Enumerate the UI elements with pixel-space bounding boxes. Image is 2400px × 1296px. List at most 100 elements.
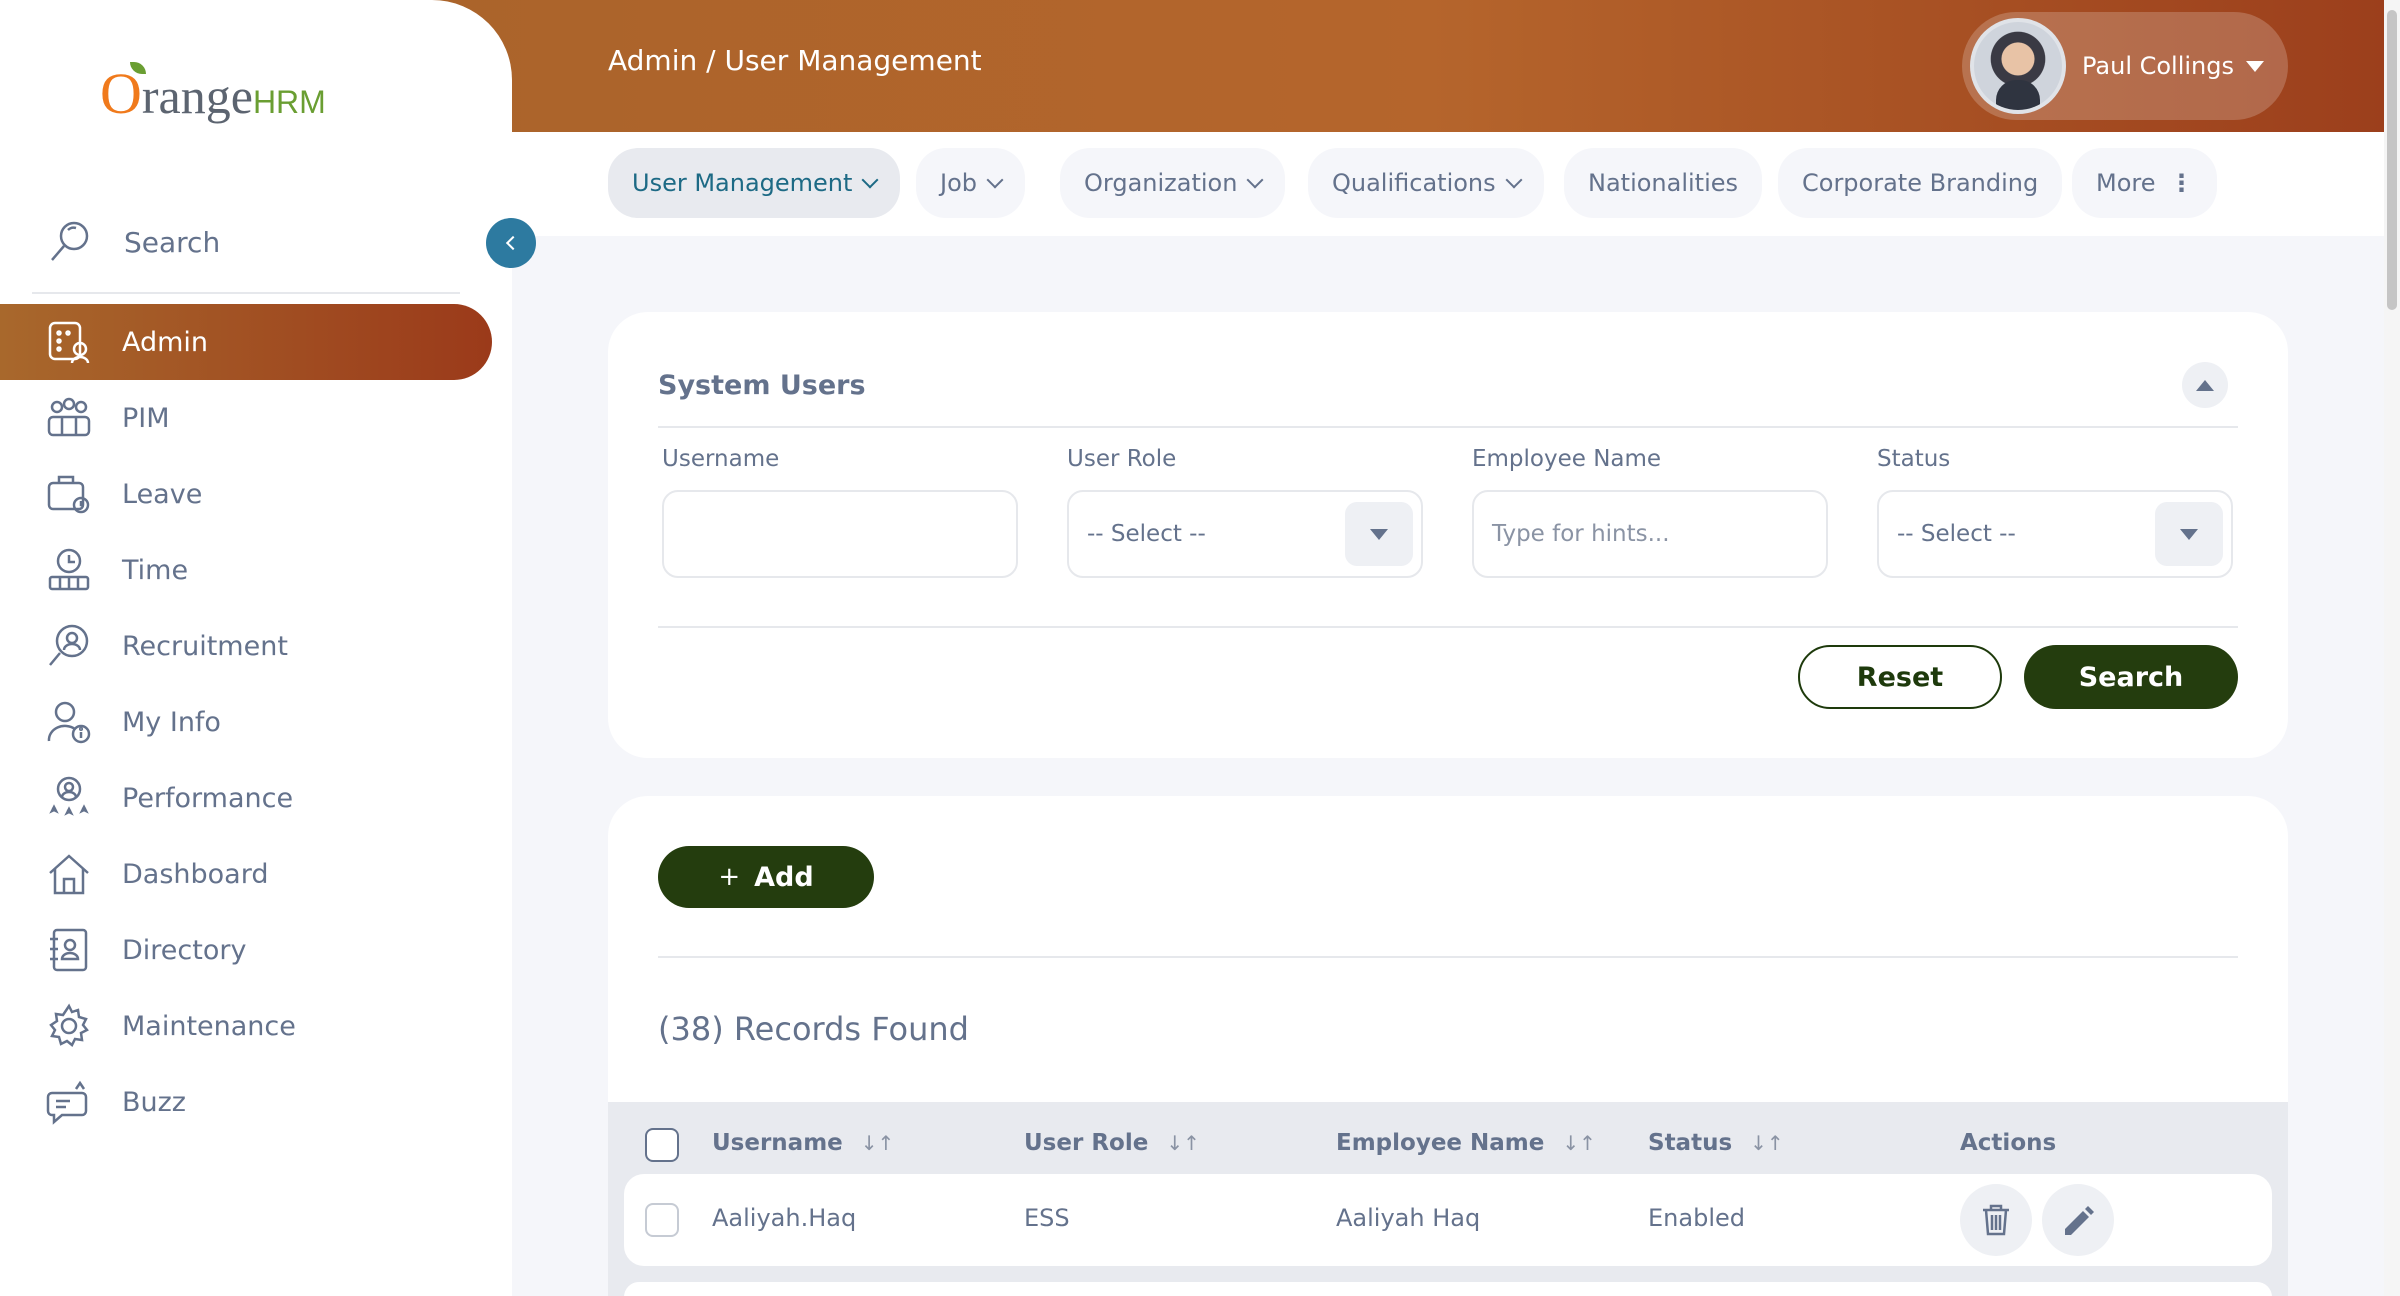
sidebar-item-my-info[interactable]: My Info: [0, 684, 492, 760]
caret-down-icon: [1370, 528, 1388, 540]
tab-label: More: [2096, 169, 2156, 197]
sort-icon[interactable]: ↓↑: [1166, 1131, 1200, 1155]
sidebar-item-performance[interactable]: Performance: [0, 760, 492, 836]
tab-label: User Management: [632, 169, 853, 197]
admin-icon: [48, 321, 90, 364]
clock-icon: [48, 548, 90, 591]
tab-label: Job: [940, 169, 977, 197]
tab-label: Corporate Branding: [1802, 169, 2039, 197]
table-row[interactable]: [624, 1282, 2272, 1296]
sidebar-item-label: Performance: [122, 782, 294, 814]
dropdown-toggle[interactable]: [1345, 502, 1413, 566]
tab-corporate-branding[interactable]: Corporate Branding: [1778, 148, 2063, 218]
status-select[interactable]: -- Select --: [1877, 490, 2233, 578]
sidebar-item-leave[interactable]: Leave: [0, 456, 492, 532]
sidebar-item-label: Dashboard: [122, 858, 269, 890]
chevron-down-icon: [986, 171, 1004, 189]
tab-qualifications[interactable]: Qualifications: [1308, 148, 1544, 218]
user-role-select[interactable]: -- Select --: [1067, 490, 1423, 578]
tab-user-management[interactable]: User Management: [608, 148, 901, 218]
home-icon: [49, 854, 89, 895]
sidebar-collapse-button[interactable]: [486, 218, 536, 268]
orangehrm-logo[interactable]: OrangeHRM: [100, 60, 326, 127]
sidebar-item-label: Leave: [122, 478, 203, 510]
column-username[interactable]: Username ↓↑: [712, 1130, 894, 1156]
tab-nationalities[interactable]: Nationalities: [1564, 148, 1763, 218]
edit-button[interactable]: [2042, 1184, 2114, 1256]
filter-title: System Users: [658, 370, 866, 401]
column-employee-name[interactable]: Employee Name ↓↑: [1336, 1130, 1596, 1156]
sort-icon[interactable]: ↓↑: [861, 1131, 895, 1155]
sort-icon[interactable]: ↓↑: [1750, 1131, 1784, 1155]
row-checkbox[interactable]: [645, 1203, 679, 1237]
column-status[interactable]: Status ↓↑: [1648, 1130, 1784, 1156]
caret-up-icon: [2196, 379, 2214, 391]
sidebar-item-dashboard[interactable]: Dashboard: [0, 836, 492, 912]
employee-name-input[interactable]: Type for hints...: [1472, 490, 1828, 578]
performance-icon: [49, 776, 89, 816]
divider: [658, 626, 2238, 628]
employee-name-placeholder: Type for hints...: [1492, 521, 1670, 547]
status-label: Status: [1877, 446, 1951, 472]
records-found: (38) Records Found: [658, 1010, 969, 1048]
tab-label: Qualifications: [1332, 169, 1496, 197]
tab-label: Organization: [1084, 169, 1238, 197]
sidebar: OrangeHRM Search Admin PIM Leave Time Re…: [0, 0, 512, 1296]
chat-icon: [46, 1080, 88, 1125]
column-actions: Actions: [1960, 1130, 2057, 1156]
sidebar-item-directory[interactable]: Directory: [0, 912, 492, 988]
add-user-button[interactable]: + Add: [658, 846, 874, 908]
user-role-label: User Role: [1067, 446, 1177, 472]
sidebar-item-pim[interactable]: PIM: [0, 380, 492, 456]
recruitment-icon: [49, 624, 89, 666]
dropdown-toggle[interactable]: [2155, 502, 2223, 566]
sidebar-search[interactable]: Search: [46, 218, 220, 266]
cell-status: Enabled: [1648, 1204, 1745, 1232]
admin-subnav: User Management Job Organization Qualifi…: [512, 132, 2384, 236]
sidebar-item-label: Time: [122, 554, 189, 586]
search-icon: [51, 221, 89, 261]
sidebar-item-recruitment[interactable]: Recruitment: [0, 608, 492, 684]
collapse-filter-button[interactable]: [2182, 362, 2228, 408]
sidebar-item-buzz[interactable]: Buzz: [0, 1064, 492, 1140]
pencil-icon: [2065, 1206, 2094, 1235]
sidebar-item-label: My Info: [122, 706, 221, 738]
tab-job[interactable]: Job: [916, 148, 1025, 218]
select-all-checkbox[interactable]: [645, 1128, 679, 1162]
sidebar-item-time[interactable]: Time: [0, 532, 492, 608]
caret-down-icon: [2180, 528, 2198, 540]
sort-icon[interactable]: ↓↑: [1562, 1131, 1596, 1155]
sidebar-item-maintenance[interactable]: Maintenance: [0, 988, 492, 1064]
divider: [658, 426, 2238, 428]
status-selected-value: -- Select --: [1897, 521, 2016, 547]
column-user-role[interactable]: User Role ↓↑: [1024, 1130, 1200, 1156]
cell-username: Aaliyah.Haq: [712, 1204, 857, 1232]
sidebar-item-label: Buzz: [122, 1086, 186, 1118]
sidebar-item-label: Admin: [122, 326, 209, 358]
chevron-down-icon: [861, 171, 879, 189]
search-button[interactable]: Search: [2024, 645, 2238, 709]
chevron-down-icon: [1505, 171, 1523, 189]
scrollbar-thumb[interactable]: [2387, 10, 2397, 310]
tab-organization[interactable]: Organization: [1060, 148, 1286, 218]
more-vertical-icon: ⋮: [2169, 169, 2194, 197]
employee-name-label: Employee Name: [1472, 446, 1662, 472]
breadcrumb: Admin / User Management: [608, 44, 982, 77]
delete-button[interactable]: [1960, 1184, 2032, 1256]
divider: [658, 956, 2238, 958]
user-name: Paul Collings: [2082, 52, 2235, 80]
tab-more[interactable]: More ⋮: [2072, 148, 2217, 218]
sidebar-item-admin[interactable]: Admin: [0, 304, 492, 380]
trash-icon: [1983, 1204, 2009, 1236]
gear-icon: [49, 1003, 89, 1047]
sidebar-search-label: Search: [124, 225, 221, 259]
plus-icon: +: [718, 862, 741, 892]
user-role-selected-value: -- Select --: [1087, 521, 1206, 547]
username-input[interactable]: [662, 490, 1018, 578]
sidebar-item-label: PIM: [122, 402, 170, 434]
sidebar-item-label: Recruitment: [122, 630, 288, 662]
cell-employee-name: Aaliyah Haq: [1336, 1204, 1481, 1232]
suitcase-icon: [47, 475, 90, 514]
user-menu[interactable]: Paul Collings: [1962, 12, 2288, 120]
reset-button[interactable]: Reset: [1798, 645, 2002, 709]
